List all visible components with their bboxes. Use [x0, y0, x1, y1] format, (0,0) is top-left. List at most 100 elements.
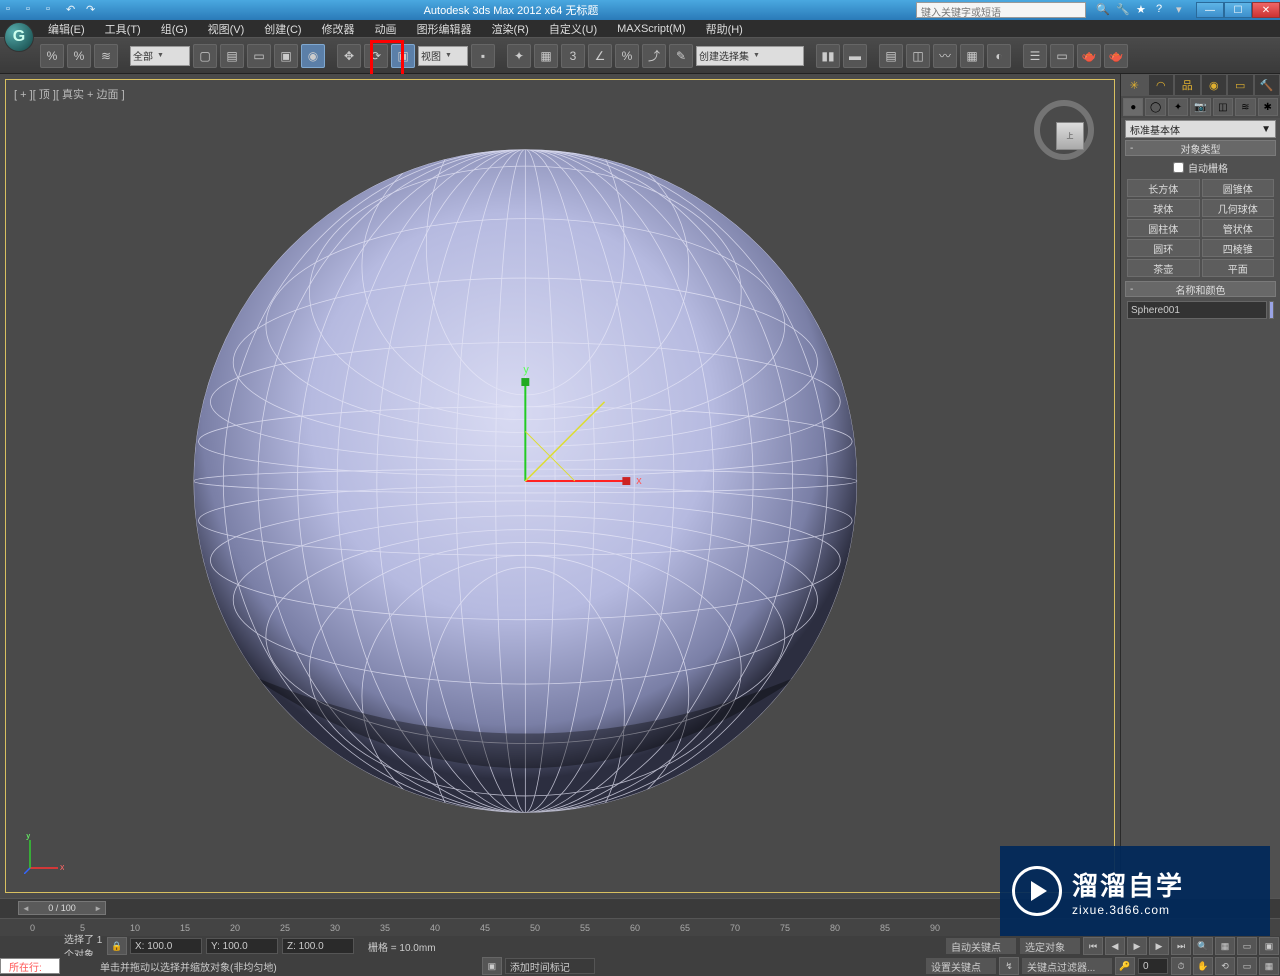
manipulate-icon[interactable]: ✦: [507, 44, 531, 68]
bind-spacewarp-icon[interactable]: ≋: [94, 44, 118, 68]
key-mode-icon[interactable]: ↯: [999, 957, 1019, 975]
tab-hierarchy-icon[interactable]: 品: [1174, 74, 1201, 96]
selected-combo[interactable]: 选定对象: [1020, 938, 1080, 954]
systems-icon[interactable]: ✱: [1258, 98, 1278, 116]
spinner-snap-icon[interactable]: ⤴: [642, 44, 666, 68]
viewcube-face-top[interactable]: 上: [1056, 122, 1084, 150]
menu-tools[interactable]: 工具(T): [95, 20, 151, 38]
menu-maxscript[interactable]: MAXScript(M): [607, 22, 695, 36]
helpers-icon[interactable]: ◫: [1213, 98, 1233, 116]
time-config-icon[interactable]: ⏱: [1171, 957, 1191, 975]
coord-y[interactable]: Y: 100.0: [206, 938, 278, 954]
obj-tube[interactable]: 管状体: [1202, 219, 1275, 237]
menu-modifiers[interactable]: 修改器: [312, 20, 365, 38]
move-icon[interactable]: ✥: [337, 44, 361, 68]
add-time-tag[interactable]: 添加时间标记: [505, 958, 595, 974]
select-by-name-icon[interactable]: ▤: [220, 44, 244, 68]
menu-rendering[interactable]: 渲染(R): [482, 20, 539, 38]
category-combo[interactable]: 标准基本体▼: [1125, 120, 1276, 138]
rotate-icon[interactable]: ⟳: [364, 44, 388, 68]
play-end-icon[interactable]: ⏭: [1171, 937, 1191, 955]
unlink-icon[interactable]: %: [67, 44, 91, 68]
new-icon[interactable]: ▫: [6, 3, 20, 17]
close-button[interactable]: ✕: [1252, 2, 1280, 18]
obj-plane[interactable]: 平面: [1202, 259, 1275, 277]
render-prod-icon[interactable]: 🫖: [1104, 44, 1128, 68]
obj-sphere[interactable]: 球体: [1127, 199, 1200, 217]
lights-icon[interactable]: ✦: [1168, 98, 1188, 116]
key-filters-button[interactable]: 关键点过滤器...: [1022, 958, 1112, 974]
ref-coord-combo[interactable]: 视图: [418, 46, 468, 66]
tab-modify-icon[interactable]: ◠: [1148, 74, 1175, 96]
redo-icon[interactable]: ↷: [86, 3, 100, 17]
vp-zoomall-icon[interactable]: ▦: [1215, 937, 1235, 955]
tab-display-icon[interactable]: ▭: [1227, 74, 1254, 96]
scale-icon[interactable]: ▣: [391, 44, 415, 68]
vp-zoom-icon[interactable]: 🔍: [1193, 937, 1213, 955]
vp-walk-icon[interactable]: ▭: [1237, 957, 1257, 975]
time-slider-handle[interactable]: 0 / 100: [18, 901, 106, 915]
undo-icon[interactable]: ↶: [66, 3, 80, 17]
lock-selection-icon[interactable]: 🔒: [107, 937, 127, 955]
render-icon[interactable]: 🫖: [1077, 44, 1101, 68]
tab-motion-icon[interactable]: ◉: [1201, 74, 1228, 96]
menu-create[interactable]: 创建(C): [254, 20, 311, 38]
menu-customize[interactable]: 自定义(U): [539, 20, 607, 38]
obj-teapot[interactable]: 茶壶: [1127, 259, 1200, 277]
play-fwd-icon[interactable]: ▶: [1149, 937, 1169, 955]
object-color-swatch[interactable]: [1269, 301, 1274, 319]
tab-create-icon[interactable]: ✳: [1121, 74, 1148, 96]
maximize-button[interactable]: ☐: [1224, 2, 1252, 18]
obj-cone[interactable]: 圆锥体: [1202, 179, 1275, 197]
star-icon[interactable]: ★: [1136, 3, 1150, 17]
obj-pyramid[interactable]: 四棱锥: [1202, 239, 1275, 257]
obj-geosphere[interactable]: 几何球体: [1202, 199, 1275, 217]
render-setup-icon[interactable]: ☰: [1023, 44, 1047, 68]
obj-cylinder[interactable]: 圆柱体: [1127, 219, 1200, 237]
menu-animation[interactable]: 动画: [365, 20, 407, 38]
isolate-icon[interactable]: ▣: [482, 957, 502, 975]
snap-3-icon[interactable]: 3: [561, 44, 585, 68]
named-selection-combo[interactable]: 创建选择集: [696, 46, 804, 66]
window-crossing-icon[interactable]: ▣: [274, 44, 298, 68]
rollout-object-type[interactable]: -对象类型: [1125, 140, 1276, 156]
edit-named-sel-icon[interactable]: ✎: [669, 44, 693, 68]
rendered-frame-icon[interactable]: ▭: [1050, 44, 1074, 68]
autokey-button[interactable]: 自动关键点: [946, 938, 1016, 954]
spacewarps-icon[interactable]: ≋: [1235, 98, 1255, 116]
selection-filter-combo[interactable]: 全部: [130, 46, 190, 66]
link-icon[interactable]: %: [40, 44, 64, 68]
vp-orbit-icon[interactable]: ⟲: [1215, 957, 1235, 975]
play-icon[interactable]: ▶: [1127, 937, 1147, 955]
binoculars-icon[interactable]: 🔍: [1096, 3, 1110, 17]
menu-edit[interactable]: 编辑(E): [38, 20, 95, 38]
vp-max-icon[interactable]: ▣: [1259, 937, 1279, 955]
menu-views[interactable]: 视图(V): [198, 20, 255, 38]
coord-z[interactable]: Z: 100.0: [282, 938, 354, 954]
align-icon[interactable]: ▬: [843, 44, 867, 68]
graphite-icon[interactable]: ◫: [906, 44, 930, 68]
help-search-input[interactable]: 键入关键字或短语: [916, 2, 1086, 18]
sphere-object[interactable]: x y: [6, 80, 1114, 892]
layers-icon[interactable]: ▤: [879, 44, 903, 68]
menu-group[interactable]: 组(G): [151, 20, 198, 38]
viewcube[interactable]: 上: [1034, 100, 1094, 160]
rollout-name-color[interactable]: -名称和颜色: [1125, 281, 1276, 297]
cameras-icon[interactable]: 📷: [1190, 98, 1210, 116]
obj-torus[interactable]: 圆环: [1127, 239, 1200, 257]
setkey-button[interactable]: 设置关键点: [926, 958, 996, 974]
autogrid-checkbox[interactable]: 自动栅格: [1121, 158, 1280, 177]
vp-pan-icon[interactable]: ✋: [1193, 957, 1213, 975]
mirror-icon[interactable]: ▮▮: [816, 44, 840, 68]
help-icon[interactable]: ?: [1156, 3, 1170, 17]
key-big-icon[interactable]: 🔑: [1115, 957, 1135, 975]
object-name-input[interactable]: [1127, 301, 1267, 319]
keyboard-shortcut-icon[interactable]: ▦: [534, 44, 558, 68]
schematic-icon[interactable]: ▦: [960, 44, 984, 68]
save-icon[interactable]: ▫: [46, 3, 60, 17]
coord-x[interactable]: X: 100.0: [130, 938, 202, 954]
vp-fov-icon[interactable]: ▭: [1237, 937, 1257, 955]
rect-region-icon[interactable]: ▭: [247, 44, 271, 68]
minimize-button[interactable]: —: [1196, 2, 1224, 18]
shapes-icon[interactable]: ◯: [1145, 98, 1165, 116]
